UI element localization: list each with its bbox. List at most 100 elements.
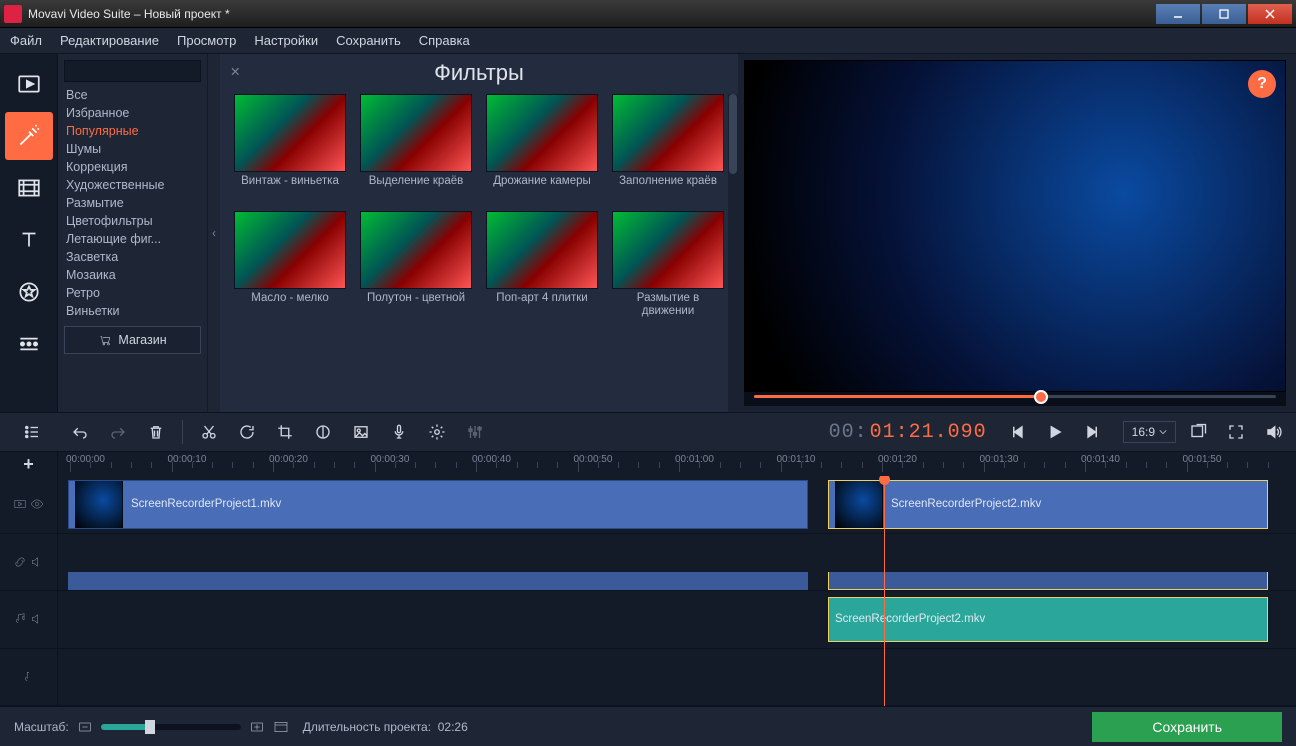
menu-save[interactable]: Сохранить <box>336 33 401 48</box>
media-tab[interactable] <box>5 60 53 108</box>
zoom-in-icon[interactable] <box>249 719 265 735</box>
aspect-ratio-select[interactable]: 16:9 <box>1123 421 1176 443</box>
video-track[interactable]: ScreenRecorderProject1.mkv ScreenRecorde… <box>58 476 1296 534</box>
category-vignettes[interactable]: Виньетки <box>64 302 201 320</box>
linked-audio-track[interactable] <box>58 534 1296 592</box>
clip-video1[interactable]: ScreenRecorderProject1.mkv <box>68 480 808 529</box>
preview-progress[interactable] <box>744 392 1286 406</box>
menu-view[interactable]: Просмотр <box>177 33 236 48</box>
picture-button[interactable] <box>345 417 377 447</box>
category-lightleak[interactable]: Засветка <box>64 248 201 266</box>
clip-audio2[interactable]: ScreenRecorderProject2.mkv <box>828 597 1268 642</box>
rotate-button[interactable] <box>231 417 263 447</box>
category-blur[interactable]: Размытие <box>64 194 201 212</box>
titles-tab[interactable] <box>5 216 53 264</box>
category-noise[interactable]: Шумы <box>64 140 201 158</box>
edit-toolbar: 00:01:21.090 16:9 <box>0 412 1296 452</box>
play-button[interactable] <box>1039 417 1071 447</box>
timeline-ruler-row: + 00:00:0000:00:1000:00:2000:00:3000:00:… <box>0 452 1296 476</box>
browser-scrollbar[interactable] <box>728 94 738 412</box>
main-area: ✕ Все Избранное Популярные Шумы Коррекци… <box>0 54 1296 412</box>
filter-item[interactable]: Дрожание камеры <box>486 94 598 201</box>
transitions-tab[interactable] <box>5 164 53 212</box>
help-button[interactable]: ? <box>1248 70 1276 98</box>
ruler-label: 00:01:10 <box>777 454 816 465</box>
search-input[interactable] <box>69 64 228 78</box>
category-all[interactable]: Все <box>64 86 201 104</box>
menu-file[interactable]: Файл <box>10 33 42 48</box>
music-track[interactable] <box>58 649 1296 707</box>
filter-item[interactable]: Размытие в движении <box>612 211 724 318</box>
filter-item[interactable]: Винтаж - виньетка <box>234 94 346 201</box>
fullscreen-button[interactable] <box>1220 417 1252 447</box>
next-frame-button[interactable] <box>1075 417 1107 447</box>
undo-button[interactable] <box>64 417 96 447</box>
clip-audio-under2[interactable] <box>828 572 1268 590</box>
crop-button[interactable] <box>269 417 301 447</box>
zoom-fit-icon[interactable] <box>273 719 289 735</box>
timeline-menu-button[interactable] <box>16 417 48 447</box>
detach-button[interactable] <box>1182 417 1214 447</box>
save-button[interactable]: Сохранить <box>1092 712 1282 742</box>
ruler-label: 00:00:30 <box>371 454 410 465</box>
menu-settings[interactable]: Настройки <box>254 33 318 48</box>
category-mosaic[interactable]: Мозаика <box>64 266 201 284</box>
app-icon <box>4 5 22 23</box>
preview-screen[interactable] <box>744 60 1286 392</box>
window-minimize-button[interactable] <box>1156 4 1200 24</box>
store-button[interactable]: Магазин <box>64 326 201 354</box>
status-bar: Масштаб: Длительность проекта: 02:26 Сох… <box>0 706 1296 746</box>
filters-browser: ✕ Все Избранное Популярные Шумы Коррекци… <box>58 54 738 412</box>
filter-item[interactable]: Полутон - цветной <box>360 211 472 318</box>
window-maximize-button[interactable] <box>1202 4 1246 24</box>
filter-item[interactable]: Выделение краёв <box>360 94 472 201</box>
linked-audio-track-head[interactable] <box>0 534 57 592</box>
category-flying[interactable]: Летающие фиг... <box>64 230 201 248</box>
category-colorfilters[interactable]: Цветофильтры <box>64 212 201 230</box>
filter-item[interactable]: Заполнение краёв <box>612 94 724 201</box>
filters-tab[interactable] <box>5 112 53 160</box>
collapse-sidebar-button[interactable]: ‹ <box>208 54 220 412</box>
mic-button[interactable] <box>383 417 415 447</box>
equalizer-button[interactable] <box>459 417 491 447</box>
zoom-control: Масштаб: <box>14 719 289 735</box>
category-popular[interactable]: Популярные <box>64 122 201 140</box>
zoom-slider[interactable] <box>101 724 241 730</box>
category-artistic[interactable]: Художественные <box>64 176 201 194</box>
clip-video2[interactable]: ScreenRecorderProject2.mkv <box>828 480 1268 529</box>
filter-item[interactable]: Масло - мелко <box>234 211 346 318</box>
ruler-label: 00:00:20 <box>269 454 308 465</box>
more-tab[interactable] <box>5 320 53 368</box>
add-track-button[interactable]: + <box>0 452 58 476</box>
playhead[interactable] <box>884 476 885 706</box>
timeline: ScreenRecorderProject1.mkv ScreenRecorde… <box>0 476 1296 706</box>
zoom-out-icon[interactable] <box>77 719 93 735</box>
window-close-button[interactable] <box>1248 4 1292 24</box>
stickers-tab[interactable] <box>5 268 53 316</box>
filter-search[interactable]: ✕ <box>64 60 201 82</box>
redo-button[interactable] <box>102 417 134 447</box>
timecode: 00:01:21.090 <box>829 421 987 444</box>
video-track-head[interactable] <box>0 476 57 534</box>
music-track-head[interactable] <box>0 649 57 707</box>
audio-track-head[interactable] <box>0 591 57 649</box>
settings-button[interactable] <box>421 417 453 447</box>
color-button[interactable] <box>307 417 339 447</box>
delete-button[interactable] <box>140 417 172 447</box>
timeline-ruler[interactable]: 00:00:0000:00:1000:00:2000:00:3000:00:40… <box>58 452 1296 476</box>
clip-audio-under1[interactable] <box>68 572 808 590</box>
cut-button[interactable] <box>193 417 225 447</box>
menu-help[interactable]: Справка <box>419 33 470 48</box>
cart-icon <box>98 333 112 347</box>
volume-button[interactable] <box>1258 417 1290 447</box>
clip-label: ScreenRecorderProject2.mkv <box>835 613 985 625</box>
audio-track[interactable]: ScreenRecorderProject2.mkv <box>58 591 1296 649</box>
category-retro[interactable]: Ретро <box>64 284 201 302</box>
category-correction[interactable]: Коррекция <box>64 158 201 176</box>
tracks-area[interactable]: ScreenRecorderProject1.mkv ScreenRecorde… <box>58 476 1296 706</box>
menu-bar: Файл Редактирование Просмотр Настройки С… <box>0 28 1296 54</box>
menu-edit[interactable]: Редактирование <box>60 33 159 48</box>
category-favorites[interactable]: Избранное <box>64 104 201 122</box>
filter-item[interactable]: Поп-арт 4 плитки <box>486 211 598 318</box>
prev-frame-button[interactable] <box>1003 417 1035 447</box>
